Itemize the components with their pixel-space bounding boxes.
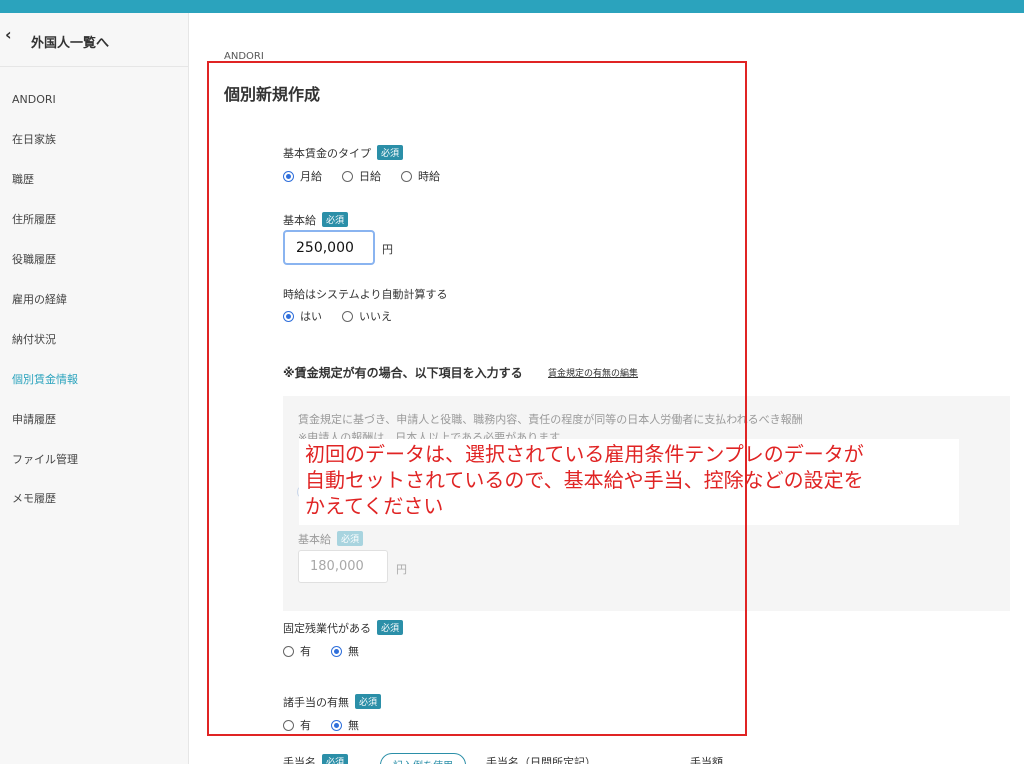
sidebar-item-address-history[interactable]: 住所履歴 <box>12 211 56 227</box>
sidebar-item-payment-status[interactable]: 納付状況 <box>12 331 56 347</box>
hourly-auto-yes-option[interactable]: はい <box>283 308 322 324</box>
annotation-line: かえてください <box>305 494 444 518</box>
option-label: 日給 <box>359 170 381 183</box>
required-badge: 必須 <box>377 145 404 160</box>
wage-type-label: 基本賃金のタイプ 必須 <box>283 145 404 161</box>
wage-type-hourly-option[interactable]: 時給 <box>401 168 440 184</box>
sidebar-item-file-management[interactable]: ファイル管理 <box>12 451 78 467</box>
required-badge: 必須 <box>322 212 349 227</box>
base-salary-label: 基本給 必須 <box>283 212 349 228</box>
required-badge: 必須 <box>377 620 404 635</box>
edit-wage-rule-link[interactable]: 賃金規定の有無の編集 <box>548 366 638 379</box>
allowances-label: 諸手当の有無 必須 <box>283 694 382 710</box>
allowance-name-label-text: 手当名 <box>283 756 316 764</box>
back-to-list-link[interactable]: ‹ 外国人一覧へ <box>0 13 188 67</box>
sidebar: ‹ 外国人一覧へ ANDORI 在日家族 職歴 住所履歴 役職履歴 雇用の経緯 … <box>0 13 189 764</box>
radio-checked[interactable] <box>331 719 342 731</box>
fixed-overtime-label-text: 固定残業代がある <box>283 622 371 635</box>
required-badge: 必須 <box>322 754 349 764</box>
page-title: 個別新規作成 <box>224 85 321 104</box>
hourly-auto-label: 時給はシステムより自動計算する <box>283 288 448 301</box>
hourly-auto-radio-group: はい いいえ <box>283 308 412 324</box>
option-label: いいえ <box>359 310 392 323</box>
wage-rule-salary-unit: 円 <box>396 563 407 576</box>
radio-unchecked[interactable] <box>283 645 294 657</box>
allowances-label-text: 諸手当の有無 <box>283 696 349 709</box>
radio-unchecked[interactable] <box>342 310 353 322</box>
radio-checked[interactable] <box>283 310 294 322</box>
base-salary-label-text: 基本給 <box>283 214 316 227</box>
base-salary-unit: 円 <box>382 243 393 256</box>
wage-rule-salary-input[interactable] <box>298 550 388 583</box>
radio-unchecked[interactable] <box>342 170 353 182</box>
hourly-auto-no-option[interactable]: いいえ <box>342 308 392 324</box>
sidebar-item-position-history[interactable]: 役職履歴 <box>12 251 56 267</box>
option-label: 有 <box>300 719 311 732</box>
fixed-overtime-no-option[interactable]: 無 <box>331 643 359 659</box>
radio-checked[interactable] <box>283 170 294 182</box>
radio-checked[interactable] <box>331 645 342 657</box>
option-label: 時給 <box>418 170 440 183</box>
sidebar-item-andori[interactable]: ANDORI <box>12 93 56 106</box>
chevron-left-icon: ‹ <box>5 25 12 44</box>
use-example-button[interactable]: 記入例を使用 <box>380 753 466 764</box>
allowance-column-name: 手当名（日間所定記） <box>486 756 596 764</box>
annotation-line: 初回のデータは、選択されている雇用条件テンプレのデータが <box>305 442 864 466</box>
allowances-no-option[interactable]: 無 <box>331 717 359 733</box>
back-link-label: 外国人一覧へ <box>31 36 110 51</box>
sidebar-item-application-history[interactable]: 申請履歴 <box>12 411 56 427</box>
option-label: 無 <box>348 719 359 732</box>
option-label: 月給 <box>300 170 322 183</box>
radio-unchecked[interactable] <box>401 170 412 182</box>
required-badge: 必須 <box>337 531 364 546</box>
required-badge: 必須 <box>355 694 382 709</box>
fixed-overtime-yes-option[interactable]: 有 <box>283 643 311 659</box>
option-label: 無 <box>348 645 359 658</box>
fixed-overtime-label: 固定残業代がある 必須 <box>283 620 404 636</box>
sidebar-item-individual-wage[interactable]: 個別賃金情報 <box>12 371 78 387</box>
annotation-callout: 初回のデータは、選択されている雇用条件テンプレのデータが 自動セットされているの… <box>299 439 959 525</box>
sidebar-item-memo-history[interactable]: メモ履歴 <box>12 490 56 506</box>
top-bar <box>0 0 1024 13</box>
allowance-name-label: 手当名 必須 <box>283 754 349 764</box>
wage-rule-heading: ※賃金規定が有の場合、以下項目を入力する <box>283 366 523 380</box>
wage-type-daily-option[interactable]: 日給 <box>342 168 381 184</box>
annotation-line: 自動セットされているので、基本給や手当、控除などの設定を <box>305 468 864 492</box>
allowance-column-amount: 手当額 <box>690 756 723 764</box>
option-label: 有 <box>300 645 311 658</box>
option-label: はい <box>300 310 322 323</box>
base-salary-input[interactable] <box>283 230 375 265</box>
wage-rule-salary-label-text: 基本給 <box>298 533 331 546</box>
wage-rule-salary-label: 基本給 必須 <box>298 531 364 547</box>
wage-rule-note: 賃金規定に基づき、申請人と役職、職務内容、責任の程度が同等の日本人労働者に支払わ… <box>298 413 803 426</box>
breadcrumb: ANDORI <box>224 51 264 62</box>
radio-unchecked[interactable] <box>283 719 294 731</box>
wage-type-radio-group: 月給 日給 時給 <box>283 168 460 184</box>
sidebar-item-family[interactable]: 在日家族 <box>12 131 56 147</box>
wage-type-label-text: 基本賃金のタイプ <box>283 147 371 160</box>
fixed-overtime-radio-group: 有 無 <box>283 643 379 659</box>
sidebar-item-work-history[interactable]: 職歴 <box>12 171 34 187</box>
wage-type-monthly-option[interactable]: 月給 <box>283 168 322 184</box>
allowances-yes-option[interactable]: 有 <box>283 717 311 733</box>
sidebar-item-employment-background[interactable]: 雇用の経緯 <box>12 291 67 307</box>
allowances-radio-group: 有 無 <box>283 717 379 733</box>
